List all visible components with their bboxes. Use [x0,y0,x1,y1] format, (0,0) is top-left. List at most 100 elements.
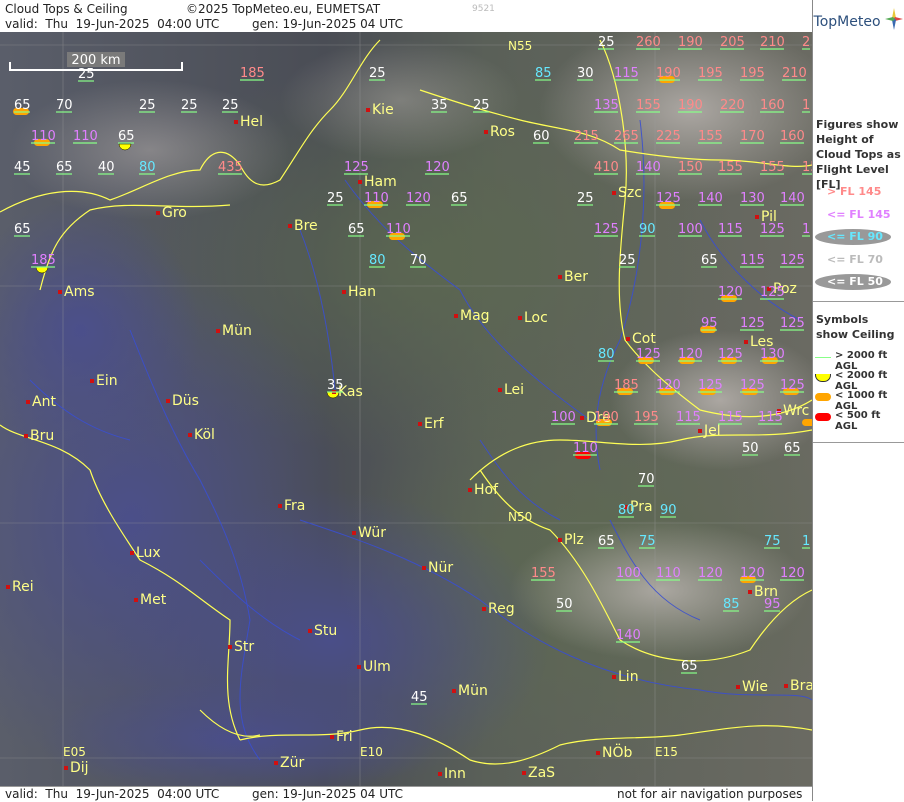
svg-text:Mag: Mag [460,308,490,324]
svg-text:Plz: Plz [564,532,584,548]
grid-label: N55 [508,39,532,53]
cloud-top-figure: 125 [760,285,785,300]
svg-text:100: 100 [616,566,641,581]
svg-text:25: 25 [222,98,239,113]
svg-text:140: 140 [616,628,641,643]
svg-text:65: 65 [348,222,365,237]
svg-text:65: 65 [118,129,135,144]
cloud-top-figure: 110 [31,129,56,144]
svg-text:Lin: Lin [618,669,639,685]
svg-text:80: 80 [369,253,386,268]
svg-text:155: 155 [802,160,812,175]
svg-text:115: 115 [758,410,783,425]
cloud-top-figure: 110 [386,222,411,237]
svg-text:80: 80 [598,347,615,362]
svg-text:80: 80 [139,160,156,175]
svg-text:140: 140 [780,191,805,206]
legend-level-label: <= FL 145 [827,207,891,221]
svg-text:Dij: Dij [70,760,89,776]
svg-text:85: 85 [723,597,740,612]
svg-text:30: 30 [577,66,594,81]
cloud-top-figure: 130 [760,347,785,362]
svg-text:25: 25 [598,35,615,50]
line-icon [815,357,831,358]
cloud-top-figure: 120 [425,160,450,175]
svg-text:45: 45 [14,160,31,175]
svg-text:Met: Met [140,592,167,608]
cloud-top-figure: 125 [740,316,765,331]
legend-panel: TopMeteo Figures show Height of Cloud To… [812,0,904,801]
cloud-top-figure: 125 [656,191,681,206]
svg-text:25: 25 [78,67,95,82]
cloud-top-figure: 85 [535,66,552,81]
cloud-top-figure: 155 [698,129,723,144]
cloud-top-figure: 185 [240,66,265,81]
svg-text:Str: Str [234,639,254,655]
svg-text:35: 35 [431,98,448,113]
svg-text:Lux: Lux [136,545,161,561]
svg-text:65: 65 [598,534,615,549]
cloud-top-figure: 195 [698,66,723,81]
svg-text:Fri: Fri [336,729,353,745]
grid-label: E15 [655,745,678,759]
svg-text:185: 185 [31,253,56,268]
svg-text:195: 195 [740,66,765,81]
svg-text:Loc: Loc [524,310,548,326]
svg-text:85: 85 [535,66,552,81]
svg-text:Zür: Zür [280,755,304,771]
cloud-top-figure: 215 [574,129,599,144]
svg-text:135: 135 [594,98,619,113]
svg-text:210: 210 [760,35,785,50]
cloud-top-figure: 140 [616,628,641,643]
svg-text:410: 410 [594,160,619,175]
svg-text:Ant: Ant [32,394,56,410]
legend-symbol-row: < 1000 ft AGL [813,387,904,412]
cloud-top-figure: 2 [802,35,810,50]
svg-text:Ulm: Ulm [363,659,391,675]
legend-level-row: <= FL 50 [813,274,904,291]
svg-text:75: 75 [764,534,781,549]
svg-text:2: 2 [802,35,810,50]
cloud-top-figure: 220 [720,98,745,113]
cloud-top-figure: 25 [369,66,386,81]
grid-label: E10 [360,745,383,759]
cloud-top-figure: 110 [364,191,389,206]
svg-text:65: 65 [681,659,698,674]
svg-text:NÖb: NÖb [602,743,632,761]
cloud-top-figure: 120 [406,191,431,206]
cloud-top-figure: 90 [660,503,677,518]
svg-text:155: 155 [636,98,661,113]
cloud-top-figure: 85 [723,597,740,612]
cloud-top-figure: 80 [598,347,615,362]
svg-text:110: 110 [364,191,389,206]
grid-label: N50 [508,510,532,524]
svg-text:120: 120 [698,566,723,581]
cloud-top-figure: 50 [742,441,759,456]
svg-text:Düs: Düs [172,393,199,409]
city-label: Ulm [357,659,391,675]
cloud-top-figure: 125 [740,378,765,393]
svg-text:120: 120 [780,566,805,581]
legend-level-label: > FL 145 [827,185,882,198]
cloud-top-figure: 100 [551,410,576,425]
cloud-top-figure: 45 [411,690,428,705]
svg-text:Ham: Ham [364,174,397,190]
cloud-top-figure: 140 [698,191,723,206]
cloud-top-figure: 125 [698,378,723,393]
svg-text:100: 100 [551,410,576,425]
svg-text:110: 110 [73,129,98,144]
svg-text:65: 65 [451,191,468,206]
svg-text:Erf: Erf [424,416,445,432]
satellite-map[interactable]: 200 km N55 N50 E05 E10 E15 Kie Hel Ros Ham Gro Br… [0,32,812,786]
svg-text:140: 140 [636,160,661,175]
cloud-top-figure: 190 [678,35,703,50]
cloud-top-figure: 70 [410,253,427,268]
header-copyright: ©2025 TopMeteo.eu, EUMETSAT [186,2,381,16]
cloud-top-figure: 125 [594,222,619,237]
cloud-top-figure: 210 [760,35,785,50]
cloud-top-figure: 65 [451,191,468,206]
svg-text:125: 125 [636,347,661,362]
pill-icon [815,393,831,401]
city-label: Mün [452,683,488,699]
svg-text:50: 50 [742,441,759,456]
